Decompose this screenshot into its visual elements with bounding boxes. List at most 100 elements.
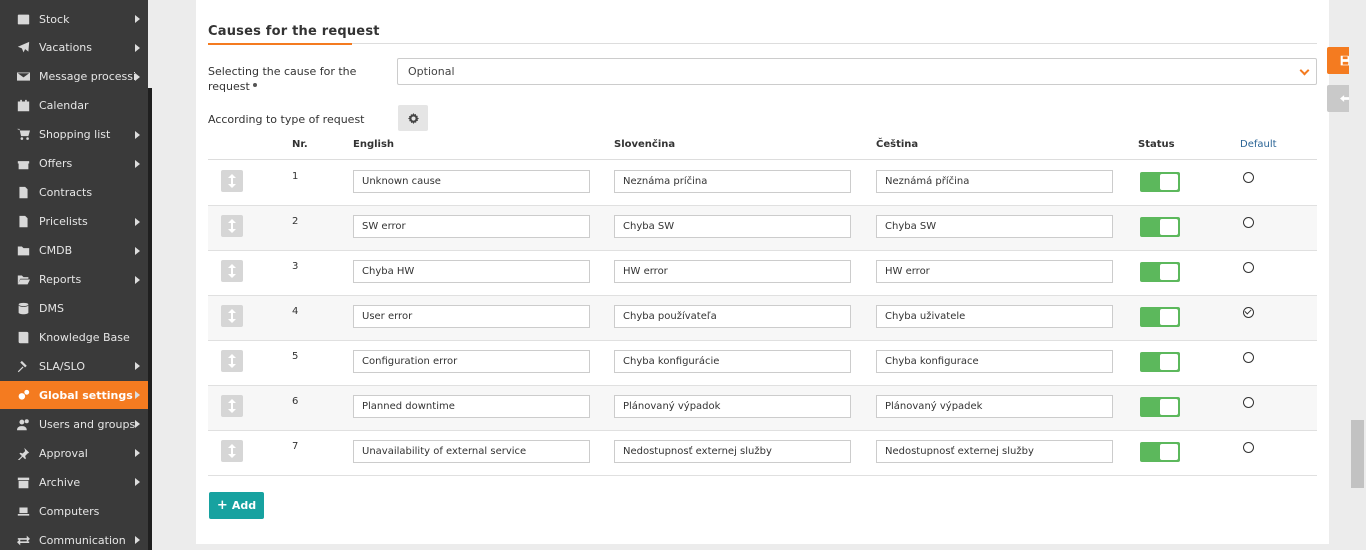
status-toggle[interactable] xyxy=(1140,217,1180,237)
sidebar-item-label: Pricelists xyxy=(39,215,88,229)
sidebar-item-message-processi[interactable]: Message processi... xyxy=(0,63,148,91)
laptop-icon xyxy=(16,504,30,518)
english-input[interactable]: SW error xyxy=(353,215,590,238)
sidebar-item-global-settings[interactable]: Global settings xyxy=(0,381,148,410)
english-input[interactable]: Chyba HW xyxy=(353,260,590,283)
default-radio[interactable] xyxy=(1243,352,1254,363)
sidebar-item-communication[interactable]: Communication xyxy=(0,526,148,550)
slovak-input[interactable]: Nedostupnosť externej služby xyxy=(614,440,851,463)
sidebar-item-label: Reports xyxy=(39,273,82,287)
toggle-knob xyxy=(1160,444,1178,460)
default-radio[interactable] xyxy=(1243,172,1254,183)
section-title: Causes for the request xyxy=(208,24,380,39)
sidebar-item-users-and-groups[interactable]: Users and groups xyxy=(0,410,148,438)
sidebar-item-computers[interactable]: Computers xyxy=(0,497,148,525)
row-number: 7 xyxy=(292,441,299,452)
drag-handle[interactable] xyxy=(221,395,243,417)
sidebar-item-label: Computers xyxy=(39,504,100,518)
default-radio[interactable] xyxy=(1243,217,1254,228)
type-settings-button[interactable] xyxy=(398,105,428,131)
sidebar-item-dms[interactable]: DMS xyxy=(0,295,148,323)
chevron-right-icon xyxy=(135,246,140,255)
status-toggle[interactable] xyxy=(1140,262,1180,282)
chevron-right-icon xyxy=(135,362,140,371)
czech-input[interactable]: Chyba uživatele xyxy=(876,305,1113,328)
chevron-right-icon xyxy=(135,130,140,139)
sidebar-item-vacations[interactable]: Vacations xyxy=(0,34,148,62)
slovak-input[interactable]: Chyba konfigurácie xyxy=(614,350,851,373)
thumbtack-icon xyxy=(16,446,30,460)
table-header: Nr. English Slovenčina Čeština Status De… xyxy=(208,139,1317,160)
sidebar-item-label: Approval xyxy=(39,446,88,460)
plus-icon: + xyxy=(216,498,228,513)
cause-select[interactable]: Optional xyxy=(397,58,1317,85)
status-toggle[interactable] xyxy=(1140,397,1180,417)
sidebar-item-shopping-list[interactable]: Shopping list xyxy=(0,121,148,149)
sidebar-item-sla-slo[interactable]: SLA/SLO xyxy=(0,352,148,380)
users-icon xyxy=(16,417,30,431)
english-input[interactable]: Unknown cause xyxy=(353,170,590,193)
header-czech: Čeština xyxy=(876,139,919,150)
status-toggle[interactable] xyxy=(1140,307,1180,327)
status-toggle[interactable] xyxy=(1140,442,1180,462)
czech-input[interactable]: Nedostupnosť externej služby xyxy=(876,440,1113,463)
czech-input[interactable]: Neznámá příčina xyxy=(876,170,1113,193)
drag-handle[interactable] xyxy=(221,305,243,327)
english-input[interactable]: User error xyxy=(353,305,590,328)
archive-icon xyxy=(16,475,30,489)
sidebar-item-offers[interactable]: Offers xyxy=(0,150,148,178)
main-card: Causes for the request Selecting the cau… xyxy=(196,0,1329,544)
slovak-input[interactable]: HW error xyxy=(614,260,851,283)
sidebar-item-archive[interactable]: Archive xyxy=(0,468,148,496)
sidebar-item-label: Users and groups xyxy=(39,417,135,431)
sidebar-edge xyxy=(148,88,152,550)
chevron-right-icon xyxy=(135,275,140,284)
slovak-input[interactable]: Chyba používateľa xyxy=(614,305,851,328)
drag-handle[interactable] xyxy=(221,215,243,237)
czech-input[interactable]: HW error xyxy=(876,260,1113,283)
sidebar-item-approval[interactable]: Approval xyxy=(0,439,148,467)
drag-handle[interactable] xyxy=(221,350,243,372)
czech-input[interactable]: Plánovaný výpadek xyxy=(876,395,1113,418)
drag-handle[interactable] xyxy=(221,260,243,282)
status-toggle[interactable] xyxy=(1140,172,1180,192)
slovak-input[interactable]: Neznáma príčina xyxy=(614,170,851,193)
chevron-right-icon xyxy=(135,217,140,226)
sidebar-item-cmdb[interactable]: CMDB xyxy=(0,237,148,265)
slovak-input[interactable]: Plánovaný výpadok xyxy=(614,395,851,418)
status-toggle[interactable] xyxy=(1140,352,1180,372)
add-button-label: Add xyxy=(231,499,257,512)
sidebar-item-knowledge-base[interactable]: Knowledge Base xyxy=(0,323,148,351)
sidebar-item-calendar[interactable]: Calendar xyxy=(0,92,148,120)
scrollbar-thumb[interactable] xyxy=(1351,420,1364,488)
row-number: 2 xyxy=(292,216,299,227)
default-radio[interactable] xyxy=(1243,397,1254,408)
row-number: 3 xyxy=(292,261,299,272)
default-radio[interactable] xyxy=(1243,307,1254,318)
arrows-vertical-icon xyxy=(228,174,236,188)
czech-input[interactable]: Chyba konfigurace xyxy=(876,350,1113,373)
add-button[interactable]: + Add xyxy=(209,492,264,519)
header-status: Status xyxy=(1138,139,1175,150)
sidebar-item-stock[interactable]: Stock xyxy=(0,5,148,33)
english-input[interactable]: Planned downtime xyxy=(353,395,590,418)
sidebar-item-pricelists[interactable]: Pricelists xyxy=(0,208,148,236)
document-icon xyxy=(16,186,30,200)
czech-input[interactable]: Chyba SW xyxy=(876,215,1113,238)
default-radio[interactable] xyxy=(1243,442,1254,453)
drag-handle[interactable] xyxy=(221,440,243,462)
sidebar-edge-top xyxy=(148,0,152,88)
slovak-input[interactable]: Chyba SW xyxy=(614,215,851,238)
sidebar-item-contracts[interactable]: Contracts xyxy=(0,179,148,207)
gavel-icon xyxy=(16,359,30,373)
arrows-vertical-icon xyxy=(228,309,236,323)
sidebar-item-reports[interactable]: Reports xyxy=(0,266,148,294)
english-input[interactable]: Configuration error xyxy=(353,350,590,373)
default-radio[interactable] xyxy=(1243,262,1254,273)
arrows-vertical-icon xyxy=(228,219,236,233)
header-default[interactable]: Default xyxy=(1240,139,1277,150)
english-input[interactable]: Unavailability of external service xyxy=(353,440,590,463)
arrows-vertical-icon xyxy=(228,444,236,458)
arrows-vertical-icon xyxy=(228,264,236,278)
drag-handle[interactable] xyxy=(221,170,243,192)
